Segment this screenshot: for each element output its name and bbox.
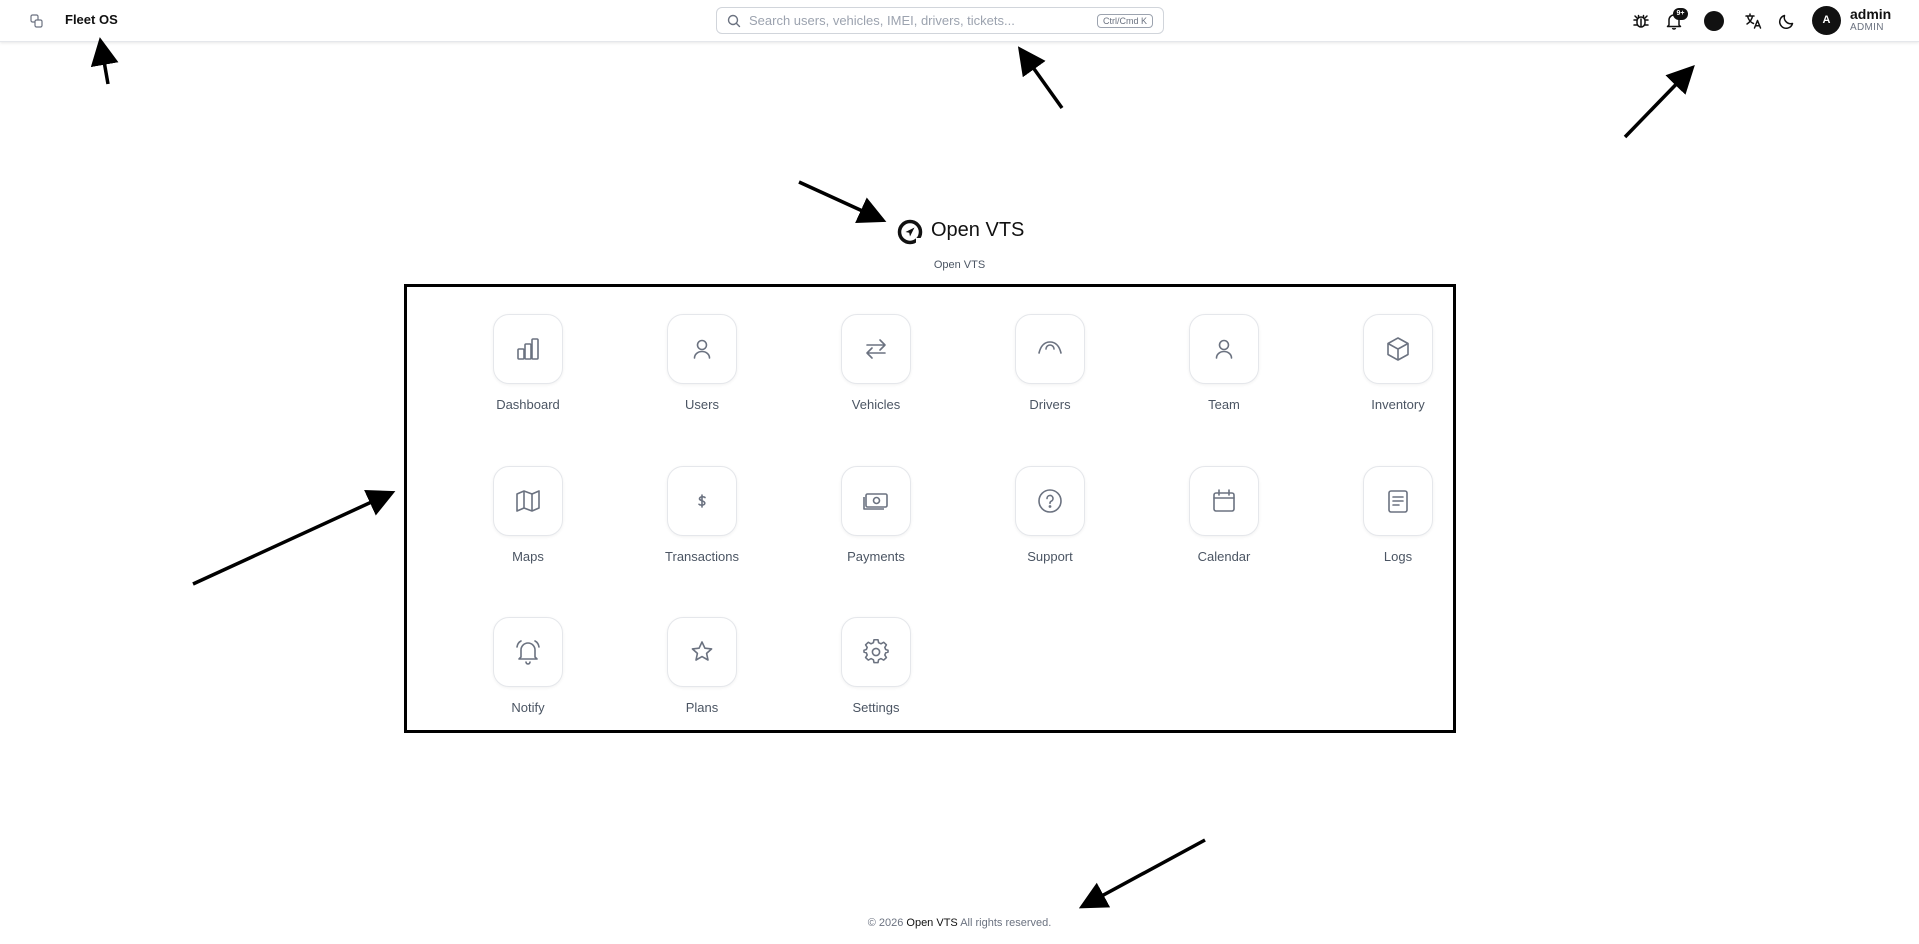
dollar-icon: [698, 494, 706, 508]
app-label: Team: [1208, 397, 1240, 412]
app-launcher-grid: Dashboard Users Vehicles Drivers Team In…: [404, 284, 1456, 733]
app-label: Settings: [852, 700, 900, 715]
top-header: Fleet OS Ctrl/Cmd K 9+ A admin ADMIN: [0, 0, 1919, 42]
app-brand[interactable]: Fleet OS: [65, 12, 118, 27]
annotation-arrow: [1017, 46, 1064, 110]
app-label: Notify: [511, 700, 545, 715]
page-footer: © 2026 Open VTS All rights reserved.: [0, 917, 1919, 929]
bug-icon[interactable]: [1631, 11, 1651, 31]
app-label: Users: [685, 397, 719, 412]
annotation-arrow: [1623, 64, 1695, 139]
user-icon: [693, 339, 711, 359]
search-input[interactable]: [749, 13, 1097, 28]
app-tile-plans[interactable]: Plans: [642, 617, 762, 727]
sidebar-toggle-icon[interactable]: [29, 13, 45, 29]
app-tile-notify[interactable]: Notify: [468, 617, 588, 727]
app-tile-support[interactable]: Support: [990, 466, 1110, 576]
global-search[interactable]: Ctrl/Cmd K: [716, 7, 1164, 34]
app-icon-box: [493, 314, 563, 384]
app-tile-users[interactable]: Users: [642, 314, 762, 424]
annotation-arrow: [192, 490, 396, 586]
app-icon-box: [1015, 466, 1085, 536]
search-shortcut-hint: Ctrl/Cmd K: [1096, 13, 1153, 28]
app-icon-box: [1189, 466, 1259, 536]
user-avatar[interactable]: A: [1812, 6, 1841, 35]
steering-wheel-icon: [1038, 341, 1062, 354]
arrows-swap-icon: [866, 339, 886, 359]
open-vts-logo-icon: [897, 219, 923, 245]
app-label: Support: [1027, 549, 1073, 564]
banknote-icon: [863, 493, 888, 510]
search-icon: [727, 14, 741, 27]
app-tile-calendar[interactable]: Calendar: [1164, 466, 1284, 576]
app-tile-transactions[interactable]: Transactions: [642, 466, 762, 576]
app-label: Dashboard: [496, 397, 560, 412]
app-icon-box: [1363, 466, 1433, 536]
app-label: Transactions: [665, 549, 739, 564]
bell-ring-icon: [516, 640, 540, 665]
app-label: Maps: [512, 549, 544, 564]
app-icon-box: [841, 617, 911, 687]
app-icon-box: [667, 617, 737, 687]
app-icon-box: [841, 314, 911, 384]
app-tile-vehicles[interactable]: Vehicles: [816, 314, 936, 424]
star-icon: [691, 641, 713, 661]
app-tile-payments[interactable]: Payments: [816, 466, 936, 576]
app-icon-box: [1189, 314, 1259, 384]
app-tile-inventory[interactable]: Inventory: [1338, 314, 1458, 424]
app-tile-dashboard[interactable]: Dashboard: [468, 314, 588, 424]
app-label: Plans: [685, 700, 719, 715]
app-icon-box: [493, 617, 563, 687]
annotation-arrow: [798, 180, 887, 224]
annotation-arrow: [1078, 838, 1206, 909]
box-icon: [1387, 337, 1409, 361]
app-tile-maps[interactable]: Maps: [468, 466, 588, 576]
footer-rights: All rights reserved.: [960, 917, 1052, 929]
app-icon-box: [1015, 314, 1085, 384]
app-icon-box: [493, 466, 563, 536]
app-icon-box: [667, 466, 737, 536]
app-tile-team[interactable]: Team: [1164, 314, 1284, 424]
theme-color-icon[interactable]: [1704, 11, 1724, 31]
help-circle-icon: [1038, 489, 1062, 513]
footer-copyright: © 2026: [867, 917, 904, 929]
app-label: Calendar: [1197, 549, 1251, 564]
logo-title: Open VTS: [931, 219, 1025, 241]
app-label: Logs: [1383, 549, 1413, 564]
footer-brand[interactable]: Open VTS: [906, 917, 957, 929]
gear-icon: [863, 639, 889, 664]
file-text-icon: [1388, 490, 1408, 513]
logo-subtitle: Open VTS: [933, 259, 986, 271]
calendar-icon: [1213, 489, 1235, 512]
app-label: Payments: [847, 549, 905, 564]
app-icon-box: [841, 466, 911, 536]
app-icon-box: [667, 314, 737, 384]
app-label: Drivers: [1029, 397, 1071, 412]
app-tile-settings[interactable]: Settings: [816, 617, 936, 727]
user-name[interactable]: admin: [1850, 6, 1891, 22]
bar-chart-icon: [517, 338, 539, 360]
moon-icon[interactable]: [1777, 11, 1797, 31]
app-tile-drivers[interactable]: Drivers: [990, 314, 1110, 424]
app-label: Vehicles: [851, 397, 901, 412]
notification-badge: 9+: [1673, 8, 1688, 20]
annotation-arrow: [90, 37, 119, 85]
app-label: Inventory: [1371, 397, 1425, 412]
user-role: ADMIN: [1850, 22, 1884, 33]
translate-icon[interactable]: [1744, 11, 1764, 31]
user-icon: [1215, 339, 1233, 359]
app-icon-box: [1363, 314, 1433, 384]
map-icon: [516, 490, 540, 512]
app-tile-logs[interactable]: Logs: [1338, 466, 1458, 576]
